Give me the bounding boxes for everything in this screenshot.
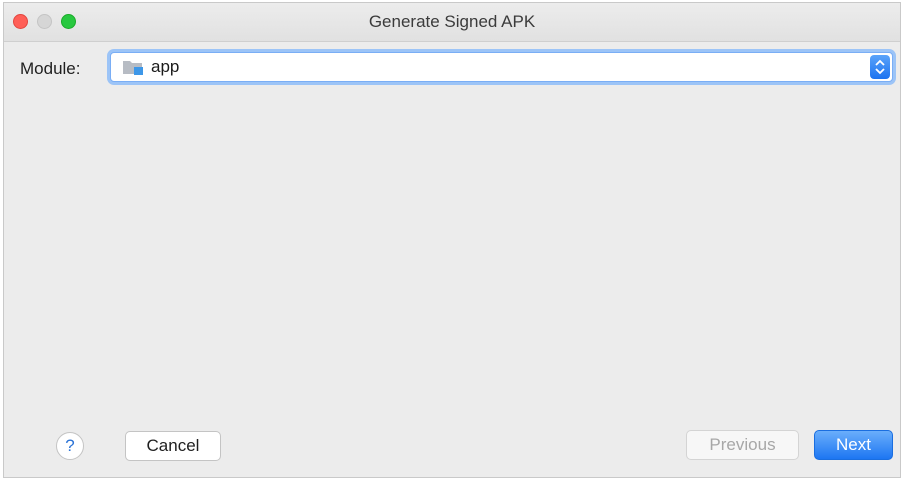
module-select[interactable]: app xyxy=(110,52,893,82)
chevron-up-down-icon[interactable] xyxy=(870,55,890,79)
window-title: Generate Signed APK xyxy=(368,12,536,31)
generate-signed-apk-dialog: Generate Signed APK Module: app ? Cancel… xyxy=(3,2,901,478)
title-bar: Generate Signed APK xyxy=(4,3,900,42)
module-selected-value: app xyxy=(151,57,180,76)
help-button[interactable]: ? xyxy=(56,432,84,460)
module-label: Module: xyxy=(20,59,81,78)
previous-button[interactable]: Previous xyxy=(686,430,799,460)
next-button[interactable]: Next xyxy=(814,430,893,460)
cancel-button[interactable]: Cancel xyxy=(125,431,221,461)
module-folder-icon xyxy=(122,59,144,76)
